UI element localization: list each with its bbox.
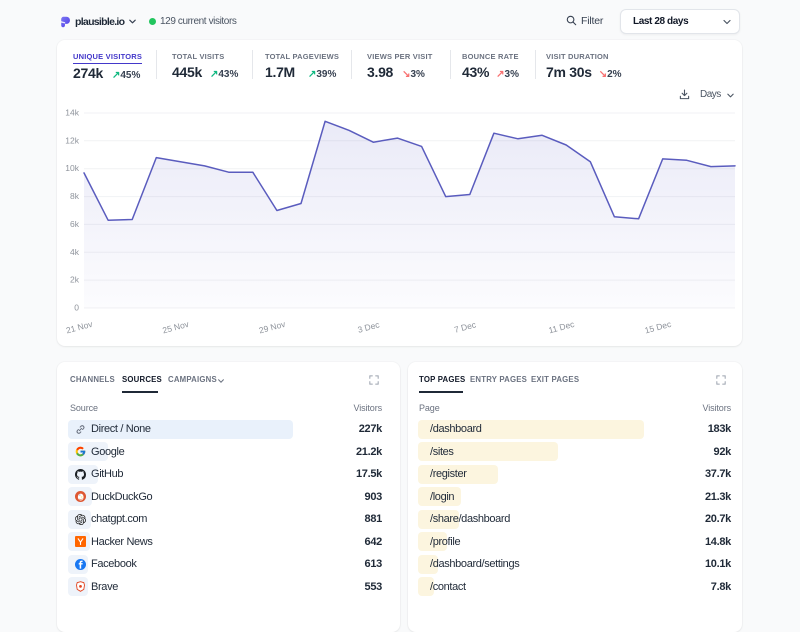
svg-text:10k: 10k	[65, 163, 79, 173]
svg-text:25 Nov: 25 Nov	[161, 319, 190, 336]
svg-text:15 Dec: 15 Dec	[644, 319, 673, 336]
svg-text:12k: 12k	[65, 135, 79, 145]
svg-text:11 Dec: 11 Dec	[547, 319, 576, 336]
svg-text:14k: 14k	[65, 108, 79, 118]
svg-text:21 Nov: 21 Nov	[65, 319, 94, 336]
svg-text:0: 0	[74, 303, 79, 313]
svg-text:6k: 6k	[70, 219, 80, 229]
svg-text:3 Dec: 3 Dec	[356, 319, 381, 335]
svg-text:4k: 4k	[70, 247, 80, 257]
svg-text:8k: 8k	[70, 191, 80, 201]
svg-text:7 Dec: 7 Dec	[453, 319, 478, 335]
svg-text:2k: 2k	[70, 275, 80, 285]
svg-text:29 Nov: 29 Nov	[258, 319, 287, 336]
